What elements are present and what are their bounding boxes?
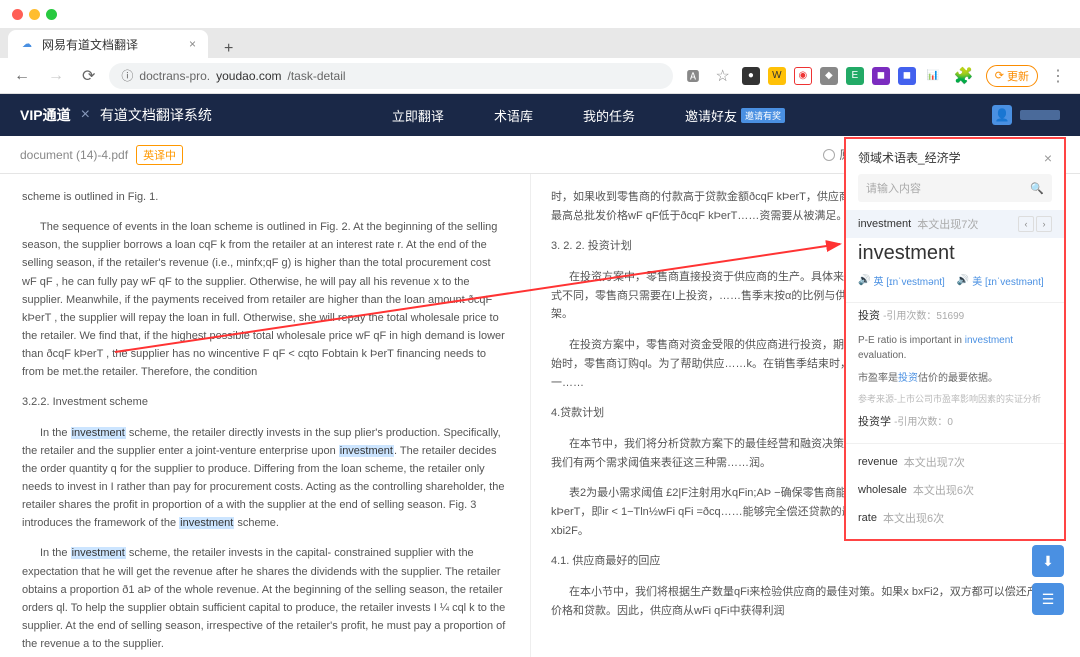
search-placeholder: 请输入内容	[866, 180, 921, 196]
ext-icon-4[interactable]: ◆	[820, 67, 838, 85]
source-paragraph: In the investment scheme, the retailer i…	[22, 544, 508, 653]
puzzle-icon[interactable]: 🧩	[950, 66, 978, 86]
definition-label: 投资学	[858, 416, 891, 428]
update-icon: ⟳	[995, 69, 1004, 82]
term-label: investment	[858, 218, 911, 230]
nav-invite-label: 邀请好友	[685, 106, 737, 125]
update-button[interactable]: ⟳ 更新	[986, 65, 1038, 87]
prev-occurrence-button[interactable]: ‹	[1018, 216, 1034, 232]
vip-separator: ×	[81, 106, 90, 124]
reload-button[interactable]: ⟳	[78, 66, 99, 86]
highlighted-term[interactable]: investment	[71, 427, 126, 439]
user-icon: 👤	[992, 105, 1012, 125]
ext-icon-3[interactable]: ◉	[794, 67, 812, 85]
bookmark-icon[interactable]: ☆	[712, 66, 734, 86]
close-window[interactable]	[12, 9, 23, 20]
term-count: 本文出现6次	[883, 510, 944, 526]
pronunciation-uk[interactable]: 🔊 英 [ɪnˈvestmənt]	[858, 273, 945, 288]
browser-tab[interactable]: ☁ 网易有道文档翻译 ×	[8, 30, 208, 58]
search-icon: 🔍	[1030, 182, 1044, 195]
ext-icon-7[interactable]: ◼	[898, 67, 916, 85]
nav-invite[interactable]: 邀请好友 邀请有奖	[685, 106, 785, 125]
close-icon[interactable]: ×	[1044, 150, 1052, 166]
tab-title: 网易有道文档翻译	[42, 36, 138, 53]
extension-area: 🅰 ☆ ● W ◉ ◆ E ◼ ◼ 📊 🧩 ⟳ 更新 ⋮	[683, 65, 1071, 87]
nav-glossary[interactable]: 术语库	[494, 106, 533, 125]
glossary-search-input[interactable]: 请输入内容 🔍	[858, 174, 1052, 202]
translate-icon[interactable]: 🅰	[683, 66, 704, 85]
example-english: P-E ratio is important in investment eva…	[846, 329, 1064, 367]
definition-label: 投资	[858, 310, 880, 322]
kebab-menu-icon[interactable]: ⋮	[1046, 66, 1070, 86]
citation-count: -引用次数：0	[894, 417, 953, 428]
maximize-window[interactable]	[46, 9, 57, 20]
forward-button[interactable]: →	[44, 67, 68, 85]
term-count: 本文出现6次	[913, 482, 974, 498]
ext-icon-8[interactable]: 📊	[924, 67, 942, 85]
source-paragraph: The sequence of events in the loan schem…	[22, 218, 508, 381]
glossary-term-row[interactable]: revenue 本文出现7次	[846, 448, 1064, 476]
nav-tasks[interactable]: 我的任务	[583, 106, 635, 125]
ext-icon-5[interactable]: E	[846, 67, 864, 85]
example-source: 参考来源-上市公司市盈率影响因素的实证分析	[846, 390, 1064, 413]
glossary-title: 领域术语表_经济学	[858, 149, 961, 166]
pronunciation-us[interactable]: 🔊 美 [ɪnˈvestmənt]	[957, 273, 1044, 288]
term-label: rate	[858, 512, 877, 524]
close-tab-icon[interactable]: ×	[189, 37, 196, 51]
ext-icon-6[interactable]: ◼	[872, 67, 890, 85]
user-name-placeholder	[1020, 110, 1060, 120]
url-prefix: doctrans-pro.	[139, 69, 210, 83]
section-heading: 4.1. 供应商最好的回应	[551, 552, 1060, 571]
app-nav: 立即翻译 术语库 我的任务 邀请好友 邀请有奖	[392, 106, 785, 125]
term-count: 本文出现7次	[904, 454, 965, 470]
source-paragraph: scheme is outlined in Fig. 1.	[22, 188, 508, 206]
window-controls	[0, 0, 1080, 28]
list-button[interactable]: ☰	[1032, 583, 1064, 615]
cloud-icon: ☁	[20, 37, 34, 51]
glossary-panel: 领域术语表_经济学 × 请输入内容 🔍 investment 本文出现7次 ‹ …	[844, 137, 1066, 541]
radio-icon	[823, 149, 835, 161]
app-header: VIP通道 × 有道文档翻译系统 立即翻译 术语库 我的任务 邀请好友 邀请有奖…	[0, 94, 1080, 136]
update-label: 更新	[1007, 68, 1029, 84]
translation-status: 英译中	[136, 145, 183, 165]
invite-tag: 邀请有奖	[741, 108, 785, 123]
term-label: revenue	[858, 456, 898, 468]
highlighted-term[interactable]: investment	[71, 547, 126, 559]
url-domain: youdao.com	[216, 69, 281, 83]
source-pane: scheme is outlined in Fig. 1. The sequen…	[0, 174, 530, 657]
user-area[interactable]: 👤	[992, 105, 1060, 125]
citation-count: -引用次数：51699	[883, 311, 964, 322]
headword: investment	[846, 238, 1064, 273]
pronunciation-row: 🔊 英 [ɪnˈvestmənt] 🔊 美 [ɪnˈvestmənt]	[846, 273, 1064, 298]
back-button[interactable]: ←	[10, 67, 34, 85]
url-input[interactable]: ⓘ doctrans-pro. youdao.com/task-detail	[109, 63, 672, 89]
term-count: 本文出现7次	[917, 216, 978, 232]
highlighted-term[interactable]: investment	[179, 517, 234, 529]
term-label: wholesale	[858, 484, 907, 496]
secure-icon: ⓘ	[121, 67, 133, 84]
new-tab-button[interactable]: +	[216, 40, 241, 58]
floating-actions: ⬇ ☰	[1032, 545, 1064, 615]
ext-icon-1[interactable]: ●	[742, 67, 760, 85]
nav-translate[interactable]: 立即翻译	[392, 106, 444, 125]
minimize-window[interactable]	[29, 9, 40, 20]
url-path: /task-detail	[288, 69, 346, 83]
document-name: document (14)-4.pdf	[20, 148, 128, 162]
translation-paragraph: 在本小节中，我们将根据生产数量qFi来检验供应商的最佳对策。如果x bxFi2，…	[551, 583, 1060, 620]
glossary-term-row[interactable]: wholesale 本文出现6次	[846, 476, 1064, 504]
download-button[interactable]: ⬇	[1032, 545, 1064, 577]
glossary-term-row[interactable]: rate 本文出现6次	[846, 504, 1064, 532]
section-heading: 3.2.2. Investment scheme	[22, 393, 508, 411]
ext-icon-2[interactable]: W	[768, 67, 786, 85]
vip-badge: VIP通道	[20, 105, 71, 125]
example-chinese: 市盈率是投资估价的最要依据。	[846, 367, 1064, 390]
next-occurrence-button[interactable]: ›	[1036, 216, 1052, 232]
glossary-term-row[interactable]: investment 本文出现7次 ‹ ›	[846, 210, 1064, 238]
source-paragraph: In the investment scheme, the retailer d…	[22, 424, 508, 533]
address-bar: ← → ⟳ ⓘ doctrans-pro. youdao.com/task-det…	[0, 58, 1080, 94]
browser-tab-bar: ☁ 网易有道文档翻译 × +	[0, 28, 1080, 58]
highlighted-term[interactable]: investment	[339, 445, 394, 457]
app-title: 有道文档翻译系统	[100, 105, 212, 125]
